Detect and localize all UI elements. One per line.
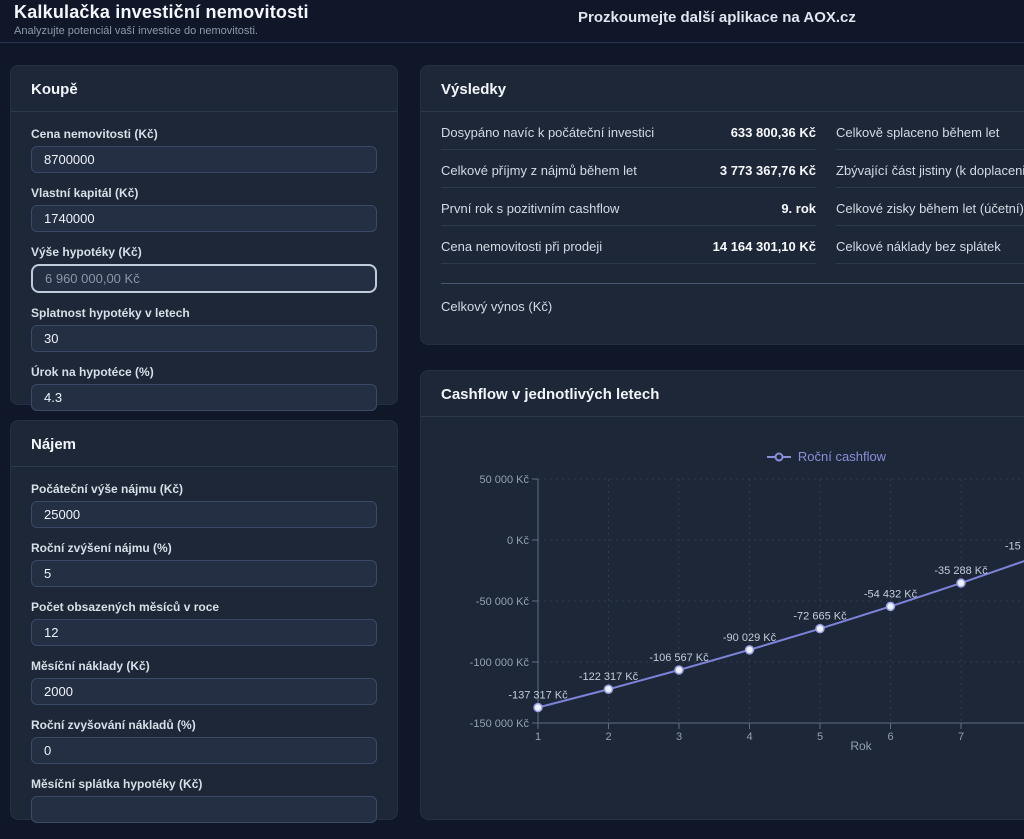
- costs-increase-label: Roční zvyšování nákladů (%): [31, 718, 377, 732]
- svg-text:6: 6: [887, 731, 893, 743]
- svg-text:50 000 Kč: 50 000 Kč: [479, 474, 529, 486]
- chart-panel-title: Cashflow v jednotlivých letech: [421, 371, 1024, 417]
- svg-text:3: 3: [676, 731, 682, 743]
- result-value: 14 164 301,10 Kč: [713, 239, 816, 254]
- total-yield-label: Celkový výnos (Kč): [421, 284, 1024, 329]
- svg-text:7: 7: [958, 731, 964, 743]
- initial-rent-input[interactable]: [31, 501, 377, 528]
- results-grid: Dosypáno navíc k počáteční investici 633…: [421, 112, 1024, 264]
- monthly-costs-input[interactable]: [31, 678, 377, 705]
- result-label: Celkově splaceno během let: [836, 125, 999, 140]
- result-row: První rok s pozitivním cashflow 9. rok: [441, 188, 816, 226]
- results-panel: Výsledky Dosypáno navíc k počáteční inve…: [420, 65, 1024, 345]
- result-row: Celkově splaceno během let: [836, 112, 1024, 150]
- svg-text:-50 000 Kč: -50 000 Kč: [476, 596, 530, 608]
- field-mortgage-years: Splatnost hypotéky v letech: [31, 306, 377, 352]
- cashflow-chart-panel: Cashflow v jednotlivých letech Roční cas…: [420, 370, 1024, 820]
- svg-text:-106 567 Kč: -106 567 Kč: [649, 652, 709, 664]
- svg-text:0 Kč: 0 Kč: [507, 535, 530, 547]
- result-value: 633 800,36 Kč: [731, 125, 816, 140]
- result-row: Celkové zisky během let (účetní): [836, 188, 1024, 226]
- result-row: Celkové náklady bez splátek: [836, 226, 1024, 264]
- rent-increase-label: Roční zvýšení nájmu (%): [31, 541, 377, 555]
- monthly-payment-input[interactable]: [31, 796, 377, 823]
- field-mortgage-rate: Úrok na hypotéce (%): [31, 365, 377, 411]
- mortgage-years-input[interactable]: [31, 325, 377, 352]
- field-property-price: Cena nemovitosti (Kč): [31, 127, 377, 173]
- svg-text:-35 288 Kč: -35 288 Kč: [934, 565, 988, 577]
- results-col-left: Dosypáno navíc k počáteční investici 633…: [441, 112, 816, 264]
- own-capital-label: Vlastní kapitál (Kč): [31, 186, 377, 200]
- svg-text:-100 000 Kč: -100 000 Kč: [470, 657, 530, 669]
- svg-text:-150 000 Kč: -150 000 Kč: [470, 718, 530, 730]
- property-price-input[interactable]: [31, 146, 377, 173]
- result-label: Celkové zisky během let (účetní): [836, 201, 1024, 216]
- field-initial-rent: Počáteční výše nájmu (Kč): [31, 482, 377, 528]
- result-label: Celkové příjmy z nájmů během let: [441, 163, 637, 178]
- monthly-costs-label: Měsíční náklady (Kč): [31, 659, 377, 673]
- svg-text:-15 197 Kč: -15 197 Kč: [1005, 541, 1024, 553]
- purchase-form: Cena nemovitosti (Kč) Vlastní kapitál (K…: [11, 112, 397, 427]
- monthly-payment-label: Měsíční splátka hypotéky (Kč): [31, 777, 377, 791]
- field-own-capital: Vlastní kapitál (Kč): [31, 186, 377, 232]
- purchase-panel-title: Koupě: [11, 66, 397, 112]
- field-mortgage-amount: Výše hypotéky (Kč): [31, 245, 377, 293]
- app-header: Kalkulačka investiční nemovitosti Analyz…: [0, 0, 1024, 43]
- mortgage-amount-label: Výše hypotéky (Kč): [31, 245, 377, 259]
- mortgage-years-label: Splatnost hypotéky v letech: [31, 306, 377, 320]
- rent-panel: Nájem Počáteční výše nájmu (Kč) Roční zv…: [10, 420, 398, 820]
- field-monthly-payment: Měsíční splátka hypotéky (Kč): [31, 777, 377, 823]
- mortgage-amount-input: [31, 264, 377, 293]
- costs-increase-input[interactable]: [31, 737, 377, 764]
- result-row: Zbývající část jistiny (k doplaceni): [836, 150, 1024, 188]
- svg-text:1: 1: [535, 731, 541, 743]
- results-panel-title: Výsledky: [421, 66, 1024, 112]
- rent-form: Počáteční výše nájmu (Kč) Roční zvýšení …: [11, 467, 397, 839]
- field-costs-increase: Roční zvyšování nákladů (%): [31, 718, 377, 764]
- other-apps-link[interactable]: Prozkoumejte další aplikace na AOX.cz: [578, 9, 856, 26]
- svg-text:2: 2: [605, 731, 611, 743]
- svg-text:-54 432 Kč: -54 432 Kč: [864, 588, 918, 600]
- svg-text:-137 317 Kč: -137 317 Kč: [508, 690, 568, 702]
- svg-text:-122 317 Kč: -122 317 Kč: [579, 671, 639, 683]
- page-subtitle: Analyzujte potenciál vaší investice do n…: [14, 25, 258, 37]
- mortgage-rate-label: Úrok na hypotéce (%): [31, 365, 377, 379]
- svg-text:-90 029 Kč: -90 029 Kč: [723, 632, 777, 644]
- mortgage-rate-input[interactable]: [31, 384, 377, 411]
- result-row: Cena nemovitosti při prodeji 14 164 301,…: [441, 226, 816, 264]
- property-price-label: Cena nemovitosti (Kč): [31, 127, 377, 141]
- result-label: Dosypáno navíc k počáteční investici: [441, 125, 654, 140]
- result-row: Dosypáno navíc k počáteční investici 633…: [441, 112, 816, 150]
- initial-rent-label: Počáteční výše nájmu (Kč): [31, 482, 377, 496]
- purchase-panel: Koupě Cena nemovitosti (Kč) Vlastní kapi…: [10, 65, 398, 405]
- result-label: První rok s pozitivním cashflow: [441, 201, 619, 216]
- result-value: 3 773 367,76 Kč: [720, 163, 816, 178]
- svg-text:Rok: Rok: [850, 739, 872, 753]
- result-row: Celkové příjmy z nájmů během let 3 773 3…: [441, 150, 816, 188]
- result-value: 9. rok: [781, 201, 816, 216]
- field-rent-increase: Roční zvýšení nájmu (%): [31, 541, 377, 587]
- rent-panel-title: Nájem: [11, 421, 397, 467]
- svg-text:4: 4: [746, 731, 752, 743]
- result-label: Zbývající část jistiny (k doplaceni): [836, 163, 1024, 178]
- cashflow-line-chart: 50 000 Kč 0 Kč -50 000 Kč -100 000 Kč -150 0…: [421, 441, 1024, 771]
- result-label: Cena nemovitosti při prodeji: [441, 239, 602, 254]
- result-label: Celkové náklady bez splátek: [836, 239, 1001, 254]
- rent-increase-input[interactable]: [31, 560, 377, 587]
- svg-text:-72 665 Kč: -72 665 Kč: [793, 611, 847, 623]
- occupied-months-input[interactable]: [31, 619, 377, 646]
- results-col-right: Celkově splaceno během let Zbývající čás…: [836, 112, 1024, 264]
- field-monthly-costs: Měsíční náklady (Kč): [31, 659, 377, 705]
- page-title: Kalkulačka investiční nemovitosti: [14, 2, 309, 23]
- own-capital-input[interactable]: [31, 205, 377, 232]
- field-occupied-months: Počet obsazených měsíců v roce: [31, 600, 377, 646]
- occupied-months-label: Počet obsazených měsíců v roce: [31, 600, 377, 614]
- svg-text:5: 5: [817, 731, 823, 743]
